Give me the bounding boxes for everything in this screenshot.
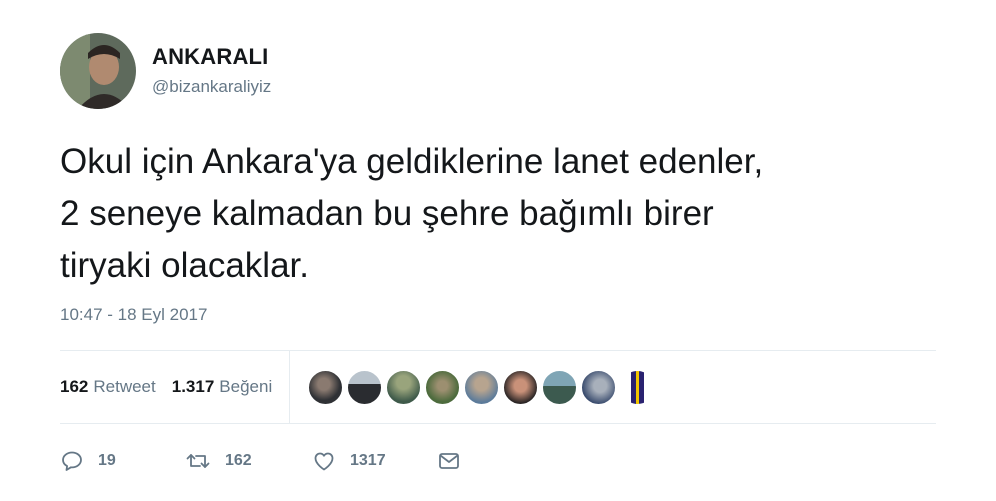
retweet-button[interactable]: 162 [185,449,312,473]
liker-avatar[interactable] [425,369,461,405]
tweet-actions: 19 162 1317 [60,424,461,498]
stats-separator [289,351,291,423]
liker-avatars [308,369,659,405]
retweet-stat[interactable]: 162 Retweet [60,377,156,397]
like-stat[interactable]: 1.317 Beğeni [172,377,272,397]
envelope-icon [439,453,459,469]
tweet-stats: 162 Retweet 1.317 Beğeni [60,351,936,423]
like-button[interactable]: 1317 [312,449,437,473]
heart-icon [314,452,334,471]
liker-avatar[interactable] [620,369,656,405]
avatar-image [60,33,136,109]
retweet-stat-label: Retweet [93,377,156,396]
author-names: ANKARALI @bizankaraliyiz [152,43,271,99]
author-display-name[interactable]: ANKARALI [152,43,271,71]
liker-avatar[interactable] [464,369,500,405]
reply-icon [62,451,82,471]
retweet-icon [186,454,210,468]
like-stat-count: 1.317 [171,377,215,396]
liker-avatar[interactable] [542,369,578,405]
tweet-header: ANKARALI @bizankaraliyiz [60,33,271,109]
liker-avatar[interactable] [386,369,422,405]
liker-avatar[interactable] [581,369,617,405]
reply-button[interactable]: 19 [60,449,185,473]
liker-avatar[interactable] [503,369,539,405]
liker-avatar[interactable] [308,369,344,405]
liker-avatar[interactable] [347,369,383,405]
retweet-count: 162 [225,452,252,469]
tweet-card: ANKARALI @bizankaraliyiz Okul için Ankar… [0,0,996,501]
tweet-timestamp[interactable]: 10:47 - 18 Eyl 2017 [60,305,207,325]
author-avatar[interactable] [60,33,136,109]
tweet-text: Okul için Ankara'ya geldiklerine lanet e… [60,142,764,285]
author-username[interactable]: @bizankaraliyiz [152,75,271,99]
direct-message-button[interactable] [437,449,461,473]
reply-count: 19 [98,452,116,469]
retweet-stat-count: 162 [60,377,89,396]
like-stat-label: Beğeni [219,377,273,396]
like-count: 1317 [350,452,386,469]
